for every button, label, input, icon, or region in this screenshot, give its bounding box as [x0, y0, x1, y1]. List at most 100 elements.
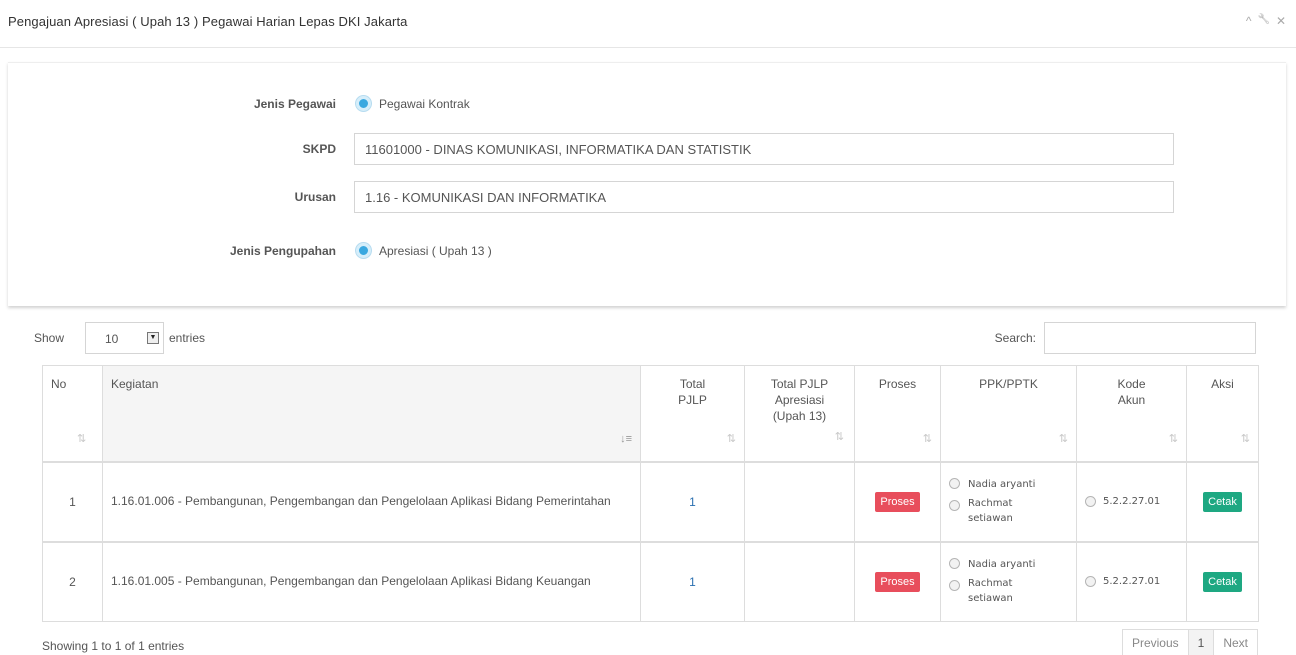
skpd-label: SKPD	[302, 142, 336, 156]
jenis-pengupahan-label: Jenis Pengupahan	[229, 244, 336, 258]
pagination: Previous 1 Next	[1121, 629, 1258, 655]
ppk-option[interactable]: Nadia aryanti	[949, 477, 1068, 492]
cetak-button[interactable]: Cetak	[1203, 491, 1242, 512]
wrench-icon[interactable]: 🔧	[1257, 14, 1269, 28]
kode-akun-option[interactable]: 5.2.2.27.01	[1085, 496, 1178, 507]
cell-total-pjlp: 1	[640, 461, 745, 542]
entries-label: entries	[169, 331, 206, 345]
cell-proses: Proses	[854, 461, 941, 542]
jenis-pegawai-label: Jenis Pegawai	[253, 97, 336, 111]
column-header-total-pjlp[interactable]: Total PJLP ⇅	[640, 365, 745, 462]
collapse-icon[interactable]: ^	[1246, 14, 1252, 28]
ppk-option-label: Nadia aryanti	[968, 479, 1036, 490]
chevron-down-icon[interactable]: ▼	[147, 332, 159, 344]
ppk-option-label: Rachmat setiawan	[968, 578, 1013, 605]
jenis-pengupahan-radio[interactable]: Apresiasi ( Upah 13 )	[356, 243, 492, 258]
cell-proses: Proses	[854, 541, 941, 622]
column-label-aksi: Aksi	[1211, 377, 1234, 391]
pagination-page[interactable]: 1	[1188, 630, 1215, 655]
sort-icon[interactable]: ⇅	[923, 431, 932, 447]
radio-selected-icon[interactable]	[356, 96, 371, 111]
filter-form: Jenis Pegawai Pegawai Kontrak SKPD 11601…	[8, 62, 1286, 306]
panel-title: Pengajuan Apresiasi ( Upah 13 ) Pegawai …	[8, 14, 408, 29]
ppk-radio-group: Nadia aryanti Rachmat setiawan	[949, 557, 1068, 606]
sort-icon[interactable]: ⇅	[77, 431, 86, 447]
entries-length-select[interactable]: 10 ▼	[85, 322, 164, 354]
cetak-button[interactable]: Cetak	[1203, 571, 1242, 592]
jenis-pengupahan-value: Apresiasi ( Upah 13 )	[379, 243, 492, 258]
radio-selected-icon[interactable]	[356, 243, 371, 258]
entries-length-value: 10	[105, 332, 119, 346]
kegiatan-table: No ⇅ Kegiatan ↓≡ Total PJLP ⇅ Total PJLP…	[42, 365, 1259, 622]
close-icon[interactable]: ✕	[1276, 14, 1286, 28]
proses-button[interactable]: Proses	[875, 491, 920, 512]
cell-ppk-pptk: Nadia aryanti Rachmat setiawan	[940, 461, 1077, 542]
cell-kegiatan: 1.16.01.006 - Pembangunan, Pengembangan …	[102, 461, 641, 542]
column-label-no: No	[51, 377, 67, 391]
radio-unselected-icon[interactable]	[949, 500, 960, 511]
ppk-option[interactable]: Nadia aryanti	[949, 557, 1068, 572]
radio-unselected-icon[interactable]	[1085, 496, 1096, 507]
cell-kode-akun: 5.2.2.27.01	[1076, 461, 1187, 542]
column-header-ppk-pptk[interactable]: PPK/PPTK ⇅	[940, 365, 1077, 462]
column-label-ppk-pptk: PPK/PPTK	[979, 377, 1038, 391]
sort-icon[interactable]: ⇅	[835, 429, 844, 445]
skpd-field[interactable]: 11601000 - DINAS KOMUNIKASI, INFORMATIKA…	[354, 133, 1174, 165]
column-header-proses[interactable]: Proses ⇅	[854, 365, 941, 462]
sort-icon[interactable]: ⇅	[727, 431, 736, 447]
cell-total-pjlp: 1	[640, 541, 745, 622]
column-header-kegiatan[interactable]: Kegiatan ↓≡	[102, 365, 641, 462]
table-row: 1 1.16.01.006 - Pembangunan, Pengembanga…	[42, 461, 1259, 542]
panel-header: Pengajuan Apresiasi ( Upah 13 ) Pegawai …	[0, 0, 1296, 48]
table-info: Showing 1 to 1 of 1 entries	[42, 639, 185, 653]
column-header-kode-akun[interactable]: Kode Akun ⇅	[1076, 365, 1187, 462]
proses-button[interactable]: Proses	[875, 571, 920, 592]
urusan-field[interactable]: 1.16 - KOMUNIKASI DAN INFORMATIKA	[354, 181, 1174, 213]
column-label-proses: Proses	[878, 377, 917, 391]
ppk-radio-group: Nadia aryanti Rachmat setiawan	[949, 477, 1068, 526]
panel-tools: ^ 🔧 ✕	[1246, 14, 1286, 28]
sort-icon[interactable]: ⇅	[1169, 431, 1178, 447]
ppk-option-label: Rachmat setiawan	[968, 498, 1013, 524]
pagination-next[interactable]: Next	[1214, 630, 1257, 655]
total-pjlp-link[interactable]: 1	[689, 495, 696, 509]
table-header-row: No ⇅ Kegiatan ↓≡ Total PJLP ⇅ Total PJLP…	[42, 365, 1259, 462]
column-header-aksi[interactable]: Aksi ⇅	[1186, 365, 1259, 462]
search-label: Search:	[994, 331, 1036, 345]
table-controls: Show 10 ▼ entries Search:	[34, 322, 1256, 354]
jenis-pegawai-radio[interactable]: Pegawai Kontrak	[356, 96, 470, 111]
cell-kegiatan: 1.16.01.005 - Pembangunan, Pengembangan …	[102, 541, 641, 622]
pagination-previous[interactable]: Previous	[1123, 630, 1189, 655]
column-label-kode-akun: Kode Akun	[1117, 377, 1146, 407]
radio-unselected-icon[interactable]	[1085, 576, 1096, 588]
sort-icon[interactable]: ⇅	[1241, 431, 1250, 447]
ppk-option-label: Nadia aryanti	[968, 559, 1036, 571]
ppk-option[interactable]: Rachmat setiawan	[949, 496, 1068, 526]
sort-icon[interactable]: ⇅	[1059, 431, 1068, 447]
cell-aksi: Cetak	[1186, 461, 1259, 542]
column-label-total-pjlp-apresiasi: Total PJLP Apresiasi (Upah 13)	[770, 377, 829, 423]
form-row-skpd: SKPD 11601000 - DINAS KOMUNIKASI, INFORM…	[8, 133, 1286, 165]
ppk-option[interactable]: Rachmat setiawan	[949, 576, 1068, 606]
radio-unselected-icon[interactable]	[949, 558, 960, 570]
kode-akun-label: 5.2.2.27.01	[1103, 576, 1161, 588]
kode-akun-option[interactable]: 5.2.2.27.01	[1085, 576, 1178, 588]
show-label: Show	[34, 331, 65, 345]
search-input[interactable]	[1044, 322, 1256, 354]
sort-asc-icon[interactable]: ↓≡	[620, 431, 632, 447]
total-pjlp-link[interactable]: 1	[689, 575, 696, 589]
form-row-urusan: Urusan 1.16 - KOMUNIKASI DAN INFORMATIKA	[8, 181, 1286, 213]
radio-unselected-icon[interactable]	[949, 478, 960, 489]
jenis-pegawai-value: Pegawai Kontrak	[379, 96, 470, 111]
cell-total-apresiasi	[744, 541, 855, 622]
urusan-label: Urusan	[294, 190, 336, 204]
table-row: 2 1.16.01.005 - Pembangunan, Pengembanga…	[42, 541, 1259, 622]
column-header-no[interactable]: No ⇅	[42, 365, 103, 462]
cell-ppk-pptk: Nadia aryanti Rachmat setiawan	[940, 541, 1077, 622]
form-row-jenis-pegawai: Jenis Pegawai Pegawai Kontrak	[8, 89, 1286, 119]
kode-akun-label: 5.2.2.27.01	[1103, 496, 1161, 507]
radio-unselected-icon[interactable]	[949, 580, 960, 592]
column-header-total-pjlp-apresiasi[interactable]: Total PJLP Apresiasi (Upah 13) ⇅	[744, 365, 855, 462]
cell-kode-akun: 5.2.2.27.01	[1076, 541, 1187, 622]
column-label-total-pjlp: Total PJLP	[678, 377, 707, 407]
